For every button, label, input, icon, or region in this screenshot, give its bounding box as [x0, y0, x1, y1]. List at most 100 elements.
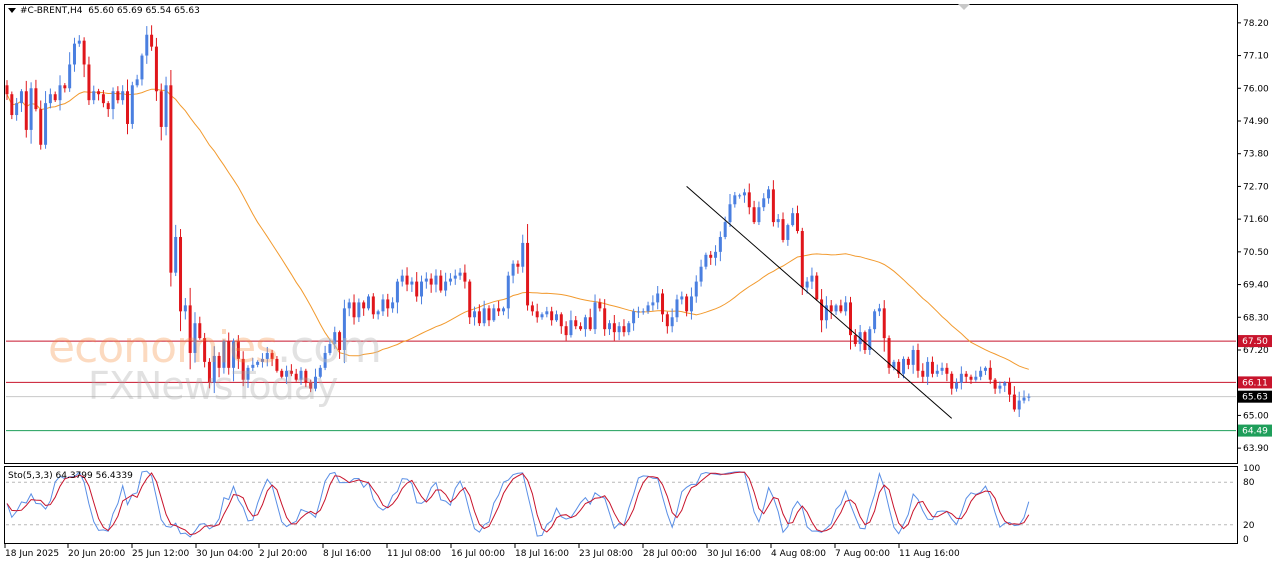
dropdown-triangle-icon[interactable]: [8, 8, 16, 13]
candle: [945, 363, 949, 382]
candle: [318, 365, 322, 379]
candle: [492, 304, 496, 322]
candle: [207, 358, 211, 389]
candle-body: [77, 40, 81, 44]
candle-body: [564, 326, 568, 336]
candle: [714, 245, 718, 266]
candle-body: [434, 275, 438, 285]
candle-body: [130, 85, 134, 124]
candle-body: [694, 281, 698, 297]
candle-body: [246, 367, 250, 380]
x-tick-label: 30 Jun 04:00: [196, 549, 253, 559]
price-badge-label: 64.49: [1242, 427, 1268, 437]
candle-body: [289, 370, 293, 374]
candle: [357, 298, 361, 323]
candle-body: [771, 189, 775, 223]
candle: [203, 332, 207, 368]
candle-body: [241, 358, 245, 380]
candle: [405, 267, 409, 292]
candle: [72, 37, 76, 72]
candle: [632, 308, 636, 331]
candle-body: [844, 302, 848, 312]
candle: [757, 201, 761, 226]
candle-body: [974, 376, 978, 380]
candle-body: [63, 85, 67, 89]
candle: [260, 353, 264, 368]
candle: [598, 298, 602, 312]
candle-body: [675, 299, 679, 318]
candle-body: [270, 352, 274, 359]
candle: [921, 363, 925, 383]
candle-body: [58, 85, 62, 101]
candle: [126, 79, 129, 135]
candle: [232, 338, 236, 382]
candle-body: [15, 103, 19, 116]
candle-body: [193, 323, 197, 353]
candle: [593, 294, 597, 335]
candle: [444, 272, 448, 297]
price-badge-label: 66.11: [1242, 378, 1268, 388]
candle-body: [227, 341, 231, 368]
y-tick-label: 65.00: [1243, 411, 1269, 421]
candle: [694, 275, 698, 303]
candle: [810, 267, 814, 290]
candle-body: [395, 281, 399, 303]
candle-body: [632, 311, 636, 324]
candle: [280, 368, 284, 379]
candle-body: [873, 311, 877, 330]
candle-body: [207, 361, 211, 383]
candle-body: [87, 64, 91, 101]
candle-body: [420, 281, 424, 297]
y-tick-label: 76.00: [1243, 84, 1269, 94]
candle-body: [983, 367, 987, 371]
candle: [906, 356, 910, 370]
price-badge-64-49: 64.49: [1238, 424, 1272, 437]
candle-body: [617, 326, 621, 333]
candle: [526, 224, 530, 311]
candle: [786, 223, 790, 246]
candle: [550, 306, 554, 326]
candle-body: [540, 314, 544, 318]
candle: [795, 205, 799, 234]
candle-body: [232, 341, 236, 368]
candle: [882, 300, 886, 352]
trendline[interactable]: [686, 186, 953, 419]
candle-body: [680, 296, 684, 300]
candle-body: [106, 103, 110, 110]
candle: [323, 345, 327, 371]
candle-body: [545, 311, 549, 315]
candle: [150, 25, 154, 51]
candle: [15, 97, 19, 121]
candle-body: [906, 358, 910, 365]
stoch-axis-label: 20: [1243, 521, 1255, 531]
candle: [313, 368, 317, 392]
x-tick-label: 28 Jul 00:00: [643, 549, 697, 559]
candle-body: [92, 91, 96, 101]
candle-body: [559, 314, 563, 327]
candle: [974, 370, 978, 382]
candle: [251, 357, 255, 371]
candle-body: [930, 361, 934, 374]
candle-body: [188, 305, 192, 353]
x-tick-label: 23 Jul 08:00: [579, 549, 633, 559]
candle-body: [786, 225, 790, 240]
candle-body: [728, 204, 732, 223]
candle-body: [338, 332, 342, 350]
candle-body: [685, 296, 689, 312]
candle-body: [415, 281, 419, 297]
candle-body: [501, 308, 505, 312]
candle: [588, 308, 592, 331]
candle-body: [781, 219, 785, 240]
scroll-marker-icon[interactable]: [958, 4, 970, 10]
candle-body: [5, 85, 9, 95]
x-tick-label: 30 Jul 16:00: [707, 549, 761, 559]
candle-body: [347, 302, 351, 309]
stoch-axis-label: 0: [1243, 535, 1249, 545]
candle: [135, 74, 139, 88]
candle: [670, 308, 674, 333]
candle-body: [477, 311, 481, 324]
candle-body: [482, 308, 486, 324]
candle-body: [554, 314, 558, 321]
candle: [964, 371, 968, 383]
candle: [564, 321, 568, 341]
